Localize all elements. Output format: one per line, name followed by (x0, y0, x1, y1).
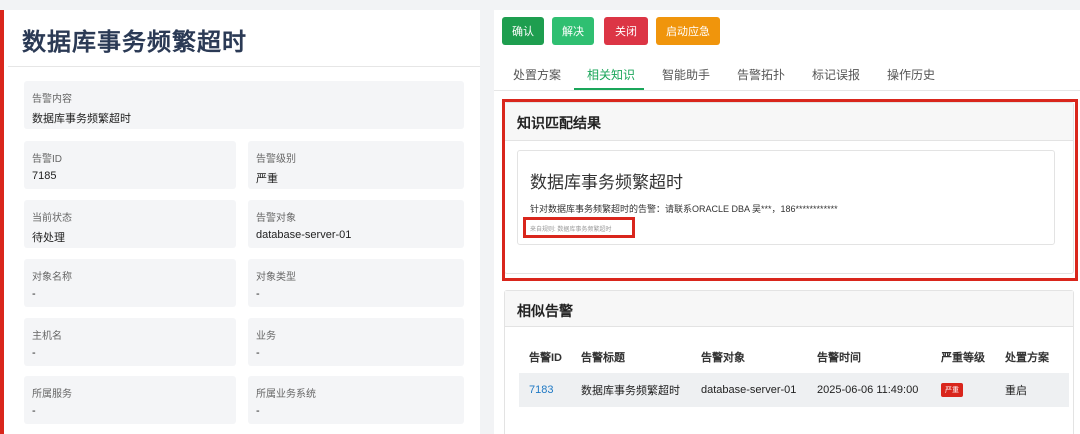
column-header: 严重等级 (941, 352, 985, 364)
severity-cell: 严重 (931, 373, 995, 407)
field-business: 业务 - (248, 318, 464, 366)
field-label: 当前状态 (32, 213, 72, 224)
column-header: 告警对象 (701, 352, 745, 364)
field-label: 所属服务 (32, 389, 72, 400)
field-hostname: 主机名 - (24, 318, 236, 366)
field-value: - (256, 288, 260, 300)
field-value: database-server-01 (256, 229, 352, 241)
column-header: 告警标题 (581, 352, 625, 364)
field-label: 告警ID (32, 154, 62, 165)
start-emergency-button[interactable]: 启动应急 (656, 17, 720, 45)
field-label: 告警级别 (256, 154, 296, 165)
field-value: 7185 (32, 170, 57, 182)
tab-smart-assistant[interactable]: 智能助手 (662, 66, 710, 83)
field-alert-content: 告警内容 数据库事务频繁超时 (24, 81, 464, 129)
resolve-button[interactable]: 解决 (552, 17, 594, 45)
field-alert-object: 告警对象 database-server-01 (248, 200, 464, 248)
tab-alert-topology[interactable]: 告警拓扑 (737, 66, 785, 83)
alert-title: 数据库事务频繁超时 (22, 29, 247, 56)
card-header: 相似告警 (505, 291, 1073, 327)
field-value: - (32, 288, 36, 300)
card-title: 相似告警 (517, 303, 573, 319)
field-status: 当前状态 待处理 (24, 200, 236, 248)
alert-object-cell: database-server-01 (691, 373, 807, 407)
column-header: 告警ID (529, 352, 562, 364)
field-label: 告警内容 (32, 94, 72, 105)
divider (494, 90, 1080, 91)
field-label: 所属业务系统 (256, 389, 316, 400)
confirm-button[interactable]: 确认 (502, 17, 544, 45)
similar-alerts-table: 告警ID 告警标题 告警对象 告警时间 严重等级 处置方案 7183 数据库事务… (519, 341, 1069, 407)
alert-time-cell: 2025-06-06 11:49:00 (807, 373, 931, 407)
severity-badge: 严重 (941, 383, 963, 397)
field-value: - (256, 347, 260, 359)
highlight-frame (523, 217, 635, 238)
field-alert-level: 告警级别 严重 (248, 141, 464, 189)
field-label: 业务 (256, 331, 276, 342)
close-button[interactable]: 关闭 (604, 17, 648, 45)
field-value: 待处理 (32, 232, 65, 244)
similar-alerts-card: 相似告警 告警ID 告警标题 告警对象 告警时间 严重等级 处置方案 7183 … (504, 290, 1074, 434)
alert-detail-panel: 数据库事务频繁超时 告警内容 数据库事务频繁超时 告警ID 7185 告警级别 … (0, 10, 480, 434)
column-header: 处置方案 (1005, 352, 1049, 364)
plan-cell: 重启 (995, 373, 1069, 407)
field-service: 所属服务 - (24, 376, 236, 424)
table-header-row: 告警ID 告警标题 告警对象 告警时间 严重等级 处置方案 (519, 341, 1069, 373)
field-object-name: 对象名称 - (24, 259, 236, 307)
field-label: 告警对象 (256, 213, 296, 224)
field-value: - (32, 347, 36, 359)
column-header: 告警时间 (817, 352, 861, 364)
field-label: 对象名称 (32, 272, 72, 283)
tab-related-knowledge[interactable]: 相关知识 (587, 66, 635, 83)
field-alert-id: 告警ID 7185 (24, 141, 236, 189)
divider (8, 66, 480, 67)
alert-title-cell: 数据库事务频繁超时 (571, 373, 691, 407)
highlight-frame (502, 99, 1078, 281)
field-business-system: 所属业务系统 - (248, 376, 464, 424)
alert-action-panel: 确认 解决 关闭 启动应急 处置方案 相关知识 智能助手 告警拓扑 标记误报 操… (494, 10, 1080, 434)
field-value: - (256, 405, 260, 417)
field-object-type: 对象类型 - (248, 259, 464, 307)
tab-disposal-plan[interactable]: 处置方案 (513, 66, 561, 83)
field-label: 主机名 (32, 331, 62, 342)
field-value: - (32, 405, 36, 417)
field-value: 数据库事务频繁超时 (32, 113, 131, 125)
table-row[interactable]: 7183 数据库事务频繁超时 database-server-01 2025-0… (519, 373, 1069, 407)
tab-mark-false-positive[interactable]: 标记误报 (812, 66, 860, 83)
field-label: 对象类型 (256, 272, 296, 283)
field-value: 严重 (256, 173, 278, 185)
tab-operation-history[interactable]: 操作历史 (887, 66, 935, 83)
alert-id-link[interactable]: 7183 (519, 373, 571, 407)
